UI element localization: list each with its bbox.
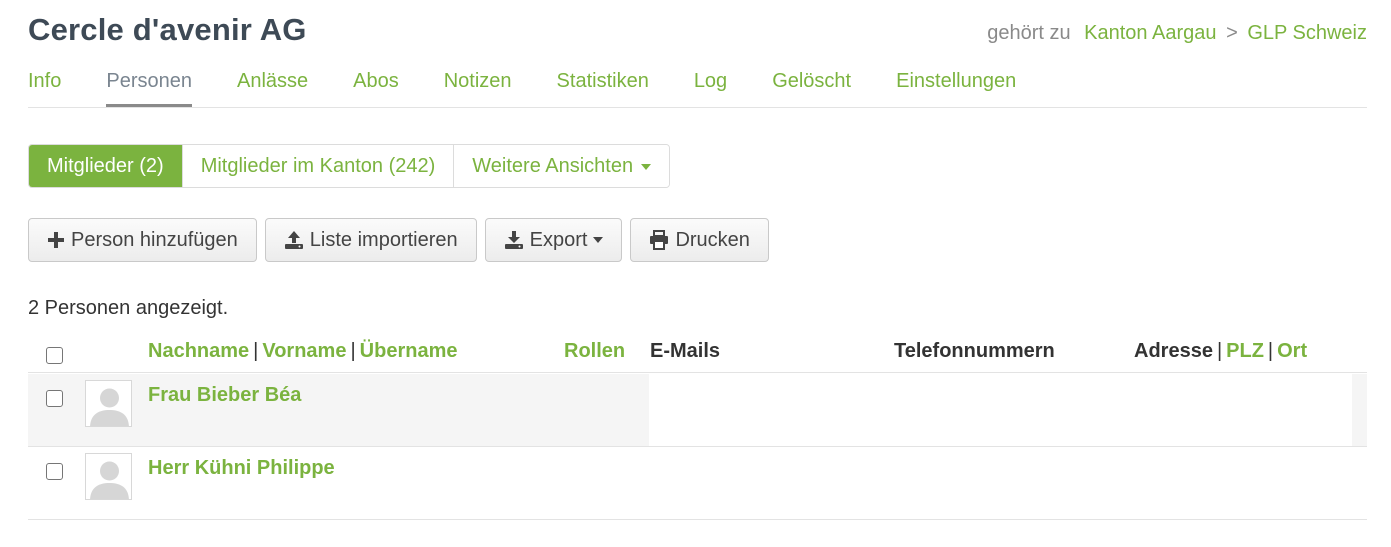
breadcrumb-link-schweiz[interactable]: GLP Schweiz <box>1247 22 1367 44</box>
telefon-column-header: Telefonnummern <box>894 340 1055 362</box>
group-tabs: Info Personen Anlässe Abos Notizen Stati… <box>28 68 1367 108</box>
sort-rollen-link[interactable]: Rollen <box>564 340 625 362</box>
row-checkbox[interactable] <box>46 463 63 480</box>
adresse-column-header: Adresse | PLZ | Ort <box>1134 340 1307 363</box>
export-label: Export <box>529 228 588 251</box>
person-name-link[interactable]: Frau Bieber Béa <box>148 384 301 407</box>
person-name-link[interactable]: Herr Kühni Philippe <box>148 457 335 480</box>
import-list-label: Liste importieren <box>309 228 458 251</box>
sort-nachname-link[interactable]: Nachname <box>148 340 249 362</box>
view-mitglieder[interactable]: Mitglieder (2) <box>29 145 182 187</box>
sort-plz-link[interactable]: PLZ <box>1226 340 1264 362</box>
tab-personen[interactable]: Personen <box>106 68 192 107</box>
avatar <box>85 380 132 427</box>
person-placeholder-icon <box>90 461 129 499</box>
view-mitglieder-im-kanton[interactable]: Mitglieder im Kanton (242) <box>181 145 454 187</box>
row-highlight <box>1352 374 1367 446</box>
emails-column-header: E-Mails <box>650 340 721 362</box>
tab-info[interactable]: Info <box>28 68 61 107</box>
table-header: Nachname | Vorname | Übername Rollen E-Mails… <box>28 336 1367 373</box>
view-weitere-ansichten-dropdown[interactable]: Weitere Ansichten <box>453 145 670 187</box>
rollen-column-header: Rollen <box>564 340 625 363</box>
column-separator: | <box>1267 340 1274 362</box>
sort-uebername-link[interactable]: Übername <box>360 340 458 362</box>
table-row: Frau Bieber Béa <box>28 374 1367 447</box>
tab-abos[interactable]: Abos <box>353 68 399 107</box>
export-dropdown-button[interactable]: Export <box>484 218 623 262</box>
tab-log[interactable]: Log <box>694 68 727 107</box>
view-weitere-ansichten-label: Weitere Ansichten <box>472 155 634 177</box>
avatar <box>85 453 132 500</box>
action-toolbar: Person hinzufügen Liste importieren Expo… <box>28 218 777 262</box>
sort-ort-link[interactable]: Ort <box>1277 340 1307 362</box>
caret-down-icon <box>593 237 604 243</box>
upload-icon <box>284 231 303 249</box>
add-person-button[interactable]: Person hinzufügen <box>28 218 257 262</box>
download-icon <box>504 231 523 249</box>
breadcrumb-link-kanton[interactable]: Kanton Aargau <box>1084 22 1216 44</box>
plus-icon <box>48 232 64 248</box>
breadcrumb-separator: > <box>1226 22 1238 44</box>
row-checkbox[interactable] <box>46 390 63 407</box>
tab-statistiken[interactable]: Statistiken <box>557 68 649 107</box>
name-column-header: Nachname | Vorname | Übername <box>148 340 457 363</box>
print-label: Drucken <box>675 228 750 251</box>
print-button[interactable]: Drucken <box>630 218 769 262</box>
tab-notizen[interactable]: Notizen <box>444 68 512 107</box>
sort-vorname-link[interactable]: Vorname <box>262 340 346 362</box>
print-icon <box>650 230 669 250</box>
belongs-to-label: gehört zu <box>987 22 1071 44</box>
import-list-button[interactable]: Liste importieren <box>264 218 477 262</box>
column-separator: | <box>350 340 356 362</box>
view-switcher: Mitglieder (2) Mitglieder im Kanton (242… <box>28 144 671 188</box>
column-separator: | <box>1216 340 1223 362</box>
tab-einstellungen[interactable]: Einstellungen <box>896 68 1016 107</box>
tab-anlaesse[interactable]: Anlässe <box>237 68 308 107</box>
add-person-label: Person hinzufügen <box>71 228 238 251</box>
column-separator: | <box>253 340 259 362</box>
select-all-checkbox[interactable] <box>46 347 63 364</box>
person-placeholder-icon <box>90 388 129 426</box>
tab-geloescht[interactable]: Gelöscht <box>772 68 851 107</box>
adresse-header-label: Adresse <box>1134 340 1213 362</box>
table-row: Herr Kühni Philippe <box>28 447 1367 520</box>
person-count: 2 Personen angezeigt. <box>28 297 229 319</box>
caret-down-icon <box>641 163 652 170</box>
belongs-to: gehört zu Kanton Aargau > GLP Schweiz <box>987 22 1367 45</box>
page-title: Cercle d'avenir AG <box>28 12 307 47</box>
